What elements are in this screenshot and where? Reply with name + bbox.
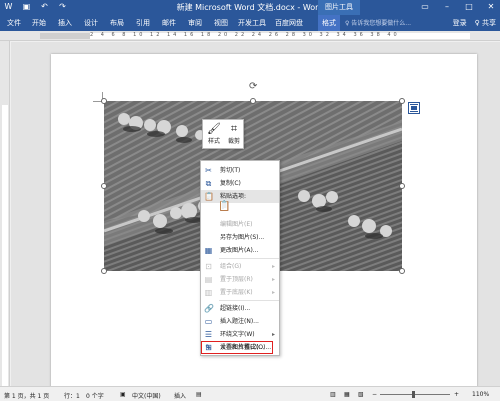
zoom-in-icon[interactable]: + [454, 391, 459, 398]
tab-mailings[interactable]: 邮件 [158, 15, 180, 31]
vertical-ruler[interactable] [0, 41, 10, 386]
scissors-icon: ✂ [205, 166, 212, 175]
tab-review[interactable]: 审阅 [184, 15, 206, 31]
menu-item-send-to-back: ▥ 置于底层(K) ▸ [204, 288, 275, 297]
submenu-arrow-icon: ▸ [271, 263, 275, 270]
zoom-level[interactable]: 110% [472, 391, 489, 398]
submenu-arrow-icon: ▸ [271, 331, 275, 338]
menu-item-bring-to-front: ▤ 置于顶层(R) ▸ [204, 275, 275, 284]
resize-handle[interactable] [399, 268, 405, 274]
tab-format[interactable]: 格式 [318, 15, 340, 31]
resize-handle[interactable] [101, 183, 107, 189]
paste-icon: 📋 [204, 192, 214, 201]
status-page[interactable]: 第 1 页，共 1 页 [4, 391, 49, 400]
menu-separator [219, 300, 279, 301]
menu-item-wrap-text[interactable]: ☰ 环绕文字(W) ▸ [201, 328, 279, 341]
layout-options-icon[interactable] [408, 102, 420, 114]
tab-view[interactable]: 视图 [210, 15, 232, 31]
context-menu: ✂ 剪切(T) ⧉ 复制(C) 📋 粘贴选项: 编辑图片(E) 另存为图片(S)… [200, 160, 280, 356]
submenu-arrow-icon: ▸ [271, 289, 275, 296]
tell-me-search[interactable]: ♀ 告诉我您想要做什么... [345, 18, 429, 28]
status-mode[interactable]: 插入 [174, 391, 186, 400]
zoom-slider-thumb[interactable] [412, 391, 415, 398]
zoom-out-icon[interactable]: − [372, 391, 377, 398]
tab-layout[interactable]: 布局 [106, 15, 128, 31]
ribbon-tabs: 文件 开始 插入 设计 布局 引用 邮件 审阅 视图 开发工具 百度网盘 格式 … [0, 15, 500, 31]
menu-item-copy[interactable]: ⧉ 复制(C) [201, 177, 279, 190]
picture-style-icon: 🖌 [207, 122, 221, 135]
tab-references[interactable]: 引用 [132, 15, 154, 31]
tab-home[interactable]: 开始 [28, 15, 50, 31]
menu-item-edit-picture: 编辑图片(E) [220, 221, 253, 228]
hyperlink-icon: 🔗 [204, 304, 214, 313]
wrap-text-icon: ☰ [204, 330, 213, 339]
style-button[interactable]: 🖌 样式 [205, 122, 223, 148]
rotate-handle-icon[interactable]: ⟳ [249, 82, 259, 92]
menu-item-paste-options[interactable]: 📋 粘贴选项: [201, 190, 279, 203]
resize-handle[interactable] [399, 183, 405, 189]
resize-handle[interactable] [101, 98, 107, 104]
picture-tools-group-label: 图片工具 [318, 0, 360, 15]
menu-item-save-as-picture[interactable]: 另存为图片(S)... [201, 231, 279, 244]
submenu-arrow-icon: ▸ [271, 276, 275, 283]
title-bar: W ▣ ↶ ↷ 新建 Microsoft Word 文档.docx - Word… [0, 0, 500, 15]
highlight-annotation-box [201, 341, 273, 354]
zoom-slider[interactable] [380, 394, 450, 395]
menu-separator [219, 258, 279, 259]
maximize-icon[interactable]: □ [464, 2, 474, 11]
crop-button[interactable]: ⌗ 裁剪 [225, 122, 243, 148]
send-back-icon: ▥ [204, 288, 213, 297]
bring-front-icon: ▤ [204, 275, 213, 284]
menu-item-insert-caption[interactable]: ▭ 插入题注(N)... [201, 315, 279, 328]
web-layout-icon[interactable]: ▧ [358, 391, 364, 398]
copy-icon: ⧉ [205, 179, 212, 188]
resize-handle[interactable] [250, 98, 256, 104]
change-picture-icon: ▦ [204, 246, 213, 255]
menu-item-cut[interactable]: ✂ 剪切(T) [201, 164, 279, 177]
macro-icon[interactable]: ▤ [196, 391, 202, 398]
share-button[interactable]: ♀ 共享 [475, 15, 496, 31]
close-icon[interactable]: ✕ [486, 2, 496, 11]
status-language[interactable]: 中文(中国) [132, 391, 161, 400]
ribbon-display-icon[interactable]: ▭ [420, 2, 430, 11]
menu-item-change-picture[interactable]: ▦ 更改图片(A)... [201, 244, 279, 257]
status-line: 行：1 [64, 393, 80, 400]
window-controls: ▭ – □ ✕ [420, 2, 496, 11]
crop-icon: ⌗ [230, 122, 238, 135]
read-mode-icon[interactable]: ▥ [330, 391, 336, 398]
horizontal-ruler[interactable]: 2 4 6 8 10 12 14 16 18 20 22 24 26 28 30… [0, 31, 500, 41]
resize-handle[interactable] [399, 98, 405, 104]
tab-developer[interactable]: 开发工具 [236, 15, 268, 31]
menu-item-hyperlink[interactable]: 🔗 超链接(I)... [201, 302, 279, 315]
status-words[interactable]: 0 个字 [86, 391, 104, 400]
status-bar: 第 1 页，共 1 页 行：1 0 个字 ▣ 中文(中国) 插入 ▤ ▥ ▦ ▧… [0, 386, 500, 401]
caption-icon: ▭ [204, 317, 213, 326]
group-icon: ⊡ [205, 262, 212, 271]
tab-insert[interactable]: 插入 [54, 15, 76, 31]
minimize-icon[interactable]: – [442, 2, 452, 11]
menu-item-group: ⊡ 组合(G) ▸ [205, 262, 275, 271]
tab-baidu-netdisk[interactable]: 百度网盘 [272, 15, 306, 31]
tab-file[interactable]: 文件 [4, 15, 24, 31]
resize-handle[interactable] [101, 268, 107, 274]
proofing-icon[interactable]: ▣ [120, 391, 126, 398]
mini-toolbar: 🖌 样式 ⌗ 裁剪 [202, 119, 244, 149]
login-link[interactable]: 登录 [453, 15, 467, 31]
print-layout-icon[interactable]: ▦ [344, 391, 350, 398]
ruler-numbers: 2 4 6 8 10 12 14 16 18 20 22 24 26 28 30… [90, 32, 400, 38]
paste-keep-picture-icon[interactable]: 📋 [218, 200, 232, 213]
tab-design[interactable]: 设计 [80, 15, 102, 31]
